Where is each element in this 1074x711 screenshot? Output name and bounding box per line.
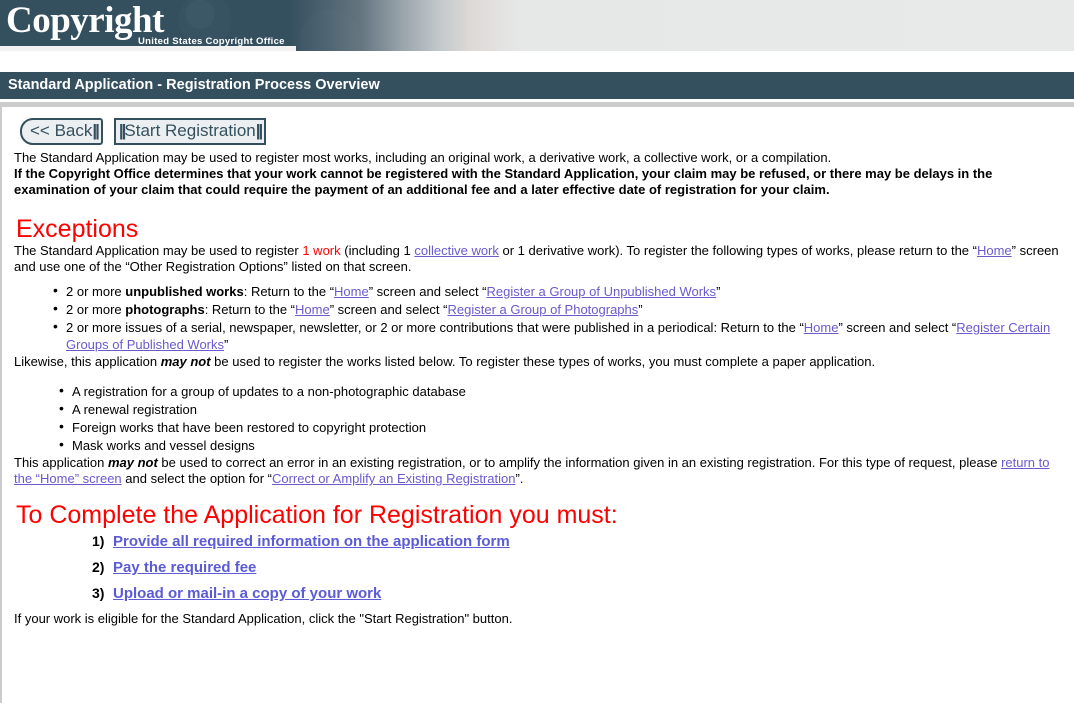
correct-amplify-registration-link[interactable]: Correct or Amplify an Existing Registrat… [272,471,515,486]
logo-c-dot [15,16,22,23]
bullet-text-3: ” screen and select “ [838,320,957,335]
bullet-bold-1: photographs [125,302,205,317]
bullet-text-2: : Return to the “ [204,302,296,317]
start-registration-button-label: Start Registration [124,121,256,140]
list-item: 2 or more issues of a serial, newspaper,… [14,318,1064,353]
provide-information-link[interactable]: Provide all required information on the … [113,533,510,550]
logo-wordmark: Copyright [6,0,285,40]
list-item: A renewal registration [59,400,1064,418]
list-item: A registration for a group of updates to… [59,382,1064,400]
register-group-photographs-link[interactable]: Register a Group of Photographs [447,302,638,317]
list-item: 2 or more photographs: Return to the “Ho… [53,300,1064,318]
collective-work-link[interactable]: collective work [414,243,499,258]
bullet-text-1: 2 or more issues of a serial, newspaper,… [66,320,804,335]
list-item: 3) Upload or mail-in a copy of your work [92,585,1064,602]
home-link[interactable]: Home [804,320,839,335]
one-work-highlight: 1 work [302,243,341,258]
maynot-text-2: be used to correct an error in an existi… [157,455,1002,470]
step-number: 2) [92,559,105,575]
list-item: Foreign works that have been restored to… [59,418,1064,436]
home-link[interactable]: Home [977,243,1012,258]
intro-paragraph: The Standard Application may be used to … [14,150,832,165]
maynot-paragraph: This application may not be used to corr… [14,455,1064,487]
logo-word: opyright [32,0,164,41]
required-steps-list: 1) Provide all required information on th… [14,533,1064,602]
upload-work-link[interactable]: Upload or mail-in a copy of your work [113,585,381,602]
site-banner: Copyright United States Copyright Office [0,0,1074,51]
complete-application-heading: To Complete the Application for Registra… [16,501,618,529]
banner-shelf [0,46,296,51]
bullet-text-4: ” [638,302,643,317]
copyright-c-icon: C [6,2,33,39]
toolbar: << Back|| ||Start Registration|| [2,118,1074,150]
exceptions-paragraph: The Standard Application may be used to … [14,243,1064,275]
start-registration-button[interactable]: ||Start Registration|| [113,118,267,145]
exceptions-text-2: (including 1 [340,243,415,258]
list-item: 2 or more unpublished works: Return to t… [53,282,1064,300]
pay-fee-link[interactable]: Pay the required fee [113,559,256,576]
register-group-unpublished-works-link[interactable]: Register a Group of Unpublished Works [487,284,717,299]
list-item: 2) Pay the required fee [92,559,1064,576]
home-link[interactable]: Home [295,302,330,317]
bullet-text-4: ” [224,337,229,352]
maynot-text-4: ”. [515,471,524,486]
step-number: 3) [92,585,105,601]
bullet-text-1: 2 or more [66,302,126,317]
bullet-text-1: 2 or more [66,284,126,299]
final-note: If your work is eligible for the Standar… [14,611,513,626]
bullet-bold-1: unpublished works [125,284,244,299]
paper-application-bullet-list: A registration for a group of updates to… [14,382,1064,454]
likewise-text-1: Likewise, this application [14,354,161,369]
bullet-text-4: ” [716,284,721,299]
content-frame: << Back|| ||Start Registration|| The Stan… [0,107,1074,703]
likewise-paragraph: Likewise, this application may not be us… [14,354,1064,370]
bullet-text-3: ” screen and select “ [329,302,448,317]
warning-paragraph: If the Copyright Office determines that … [14,166,993,197]
bullet-text-2: : Return to the “ [243,284,335,299]
bullet-text-3: ” screen and select “ [368,284,487,299]
likewise-text-2: be used to register the works listed bel… [210,354,876,369]
copyright-office-logo: Copyright United States Copyright Office [6,0,285,47]
back-button-bars-icon: || [92,121,99,140]
start-button-right-bars-icon: || [255,121,263,140]
page-title: Standard Application - Registration Proc… [0,72,1074,99]
may-not-emphasis: may not [160,354,211,369]
list-item: Mask works and vessel designs [59,436,1064,454]
back-button-label: << Back [30,121,93,140]
back-button[interactable]: << Back|| [20,118,103,145]
home-link[interactable]: Home [334,284,369,299]
exception-bullet-list: 2 or more unpublished works: Return to t… [14,282,1064,353]
exceptions-heading: Exceptions [16,215,139,243]
exceptions-text-1: The Standard Application may be used to … [14,243,303,258]
maynot-text-3: and select the option for “ [121,471,272,486]
may-not-emphasis: may not [107,455,158,470]
list-item: 1) Provide all required information on th… [92,533,1064,550]
step-number: 1) [92,533,105,549]
exceptions-text-3: or 1 derivative work). To register the f… [498,243,977,258]
maynot-text-1: This application [14,455,108,470]
